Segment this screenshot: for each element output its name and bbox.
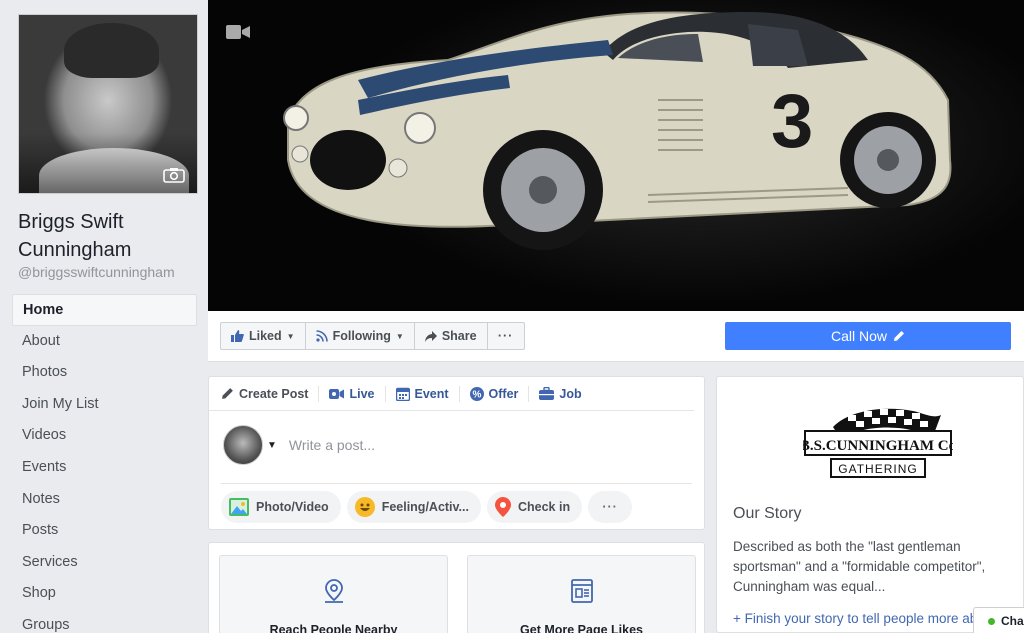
nav-item-groups[interactable]: Groups [12,610,197,633]
following-label: Following [332,329,391,343]
nav-item-events[interactable]: Events [12,452,197,484]
nav-item-shop[interactable]: Shop [12,578,197,610]
tab-job[interactable]: Job [539,386,591,402]
finish-story-link[interactable]: + Finish your story to tell people more … [733,609,1003,632]
car-number: 3 [771,79,814,164]
page-actions-group: Liked ▼ Following ▼ Share ··· [220,322,525,350]
tab-create-post[interactable]: Create Post [221,385,320,402]
tab-offer[interactable]: % Offer [469,385,530,402]
nav-item-notes[interactable]: Notes [12,484,197,516]
nav-item-join-my-list[interactable]: Join My List [12,389,197,421]
composer-pills: Photo/Video Feeling/Activ... Check in ··… [221,491,633,523]
nav-item-videos[interactable]: Videos [12,420,197,452]
share-label: Share [441,329,477,343]
following-button[interactable]: Following ▼ [306,323,415,349]
action-bar: Liked ▼ Following ▼ Share ··· Call Now [208,311,1024,362]
location-pin-icon [324,579,343,603]
chat-tab[interactable]: Cha [973,607,1024,633]
live-video-icon [329,388,345,399]
briefcase-icon [539,387,555,400]
chevron-down-icon: ▼ [395,331,404,341]
pencil-icon[interactable] [893,330,905,342]
logo-line2: GATHERING [838,462,917,476]
composer-tabs: Create Post Live Event % Offer Job [209,377,694,411]
more-options-button[interactable]: ··· [588,491,633,523]
logo-line1: B.S.CUNNINGHAM Co [803,438,953,454]
write-post-input[interactable]: Write a post... [289,437,375,453]
pencil-icon [222,388,233,399]
photo-video-button[interactable]: Photo/Video [221,491,341,523]
liked-button[interactable]: Liked ▼ [221,323,306,349]
nav-item-photos[interactable]: Photos [12,357,197,389]
page-handle[interactable]: @briggsswiftcunningham [18,264,175,280]
chevron-down-icon: ▼ [286,331,295,341]
nav-item-about[interactable]: About [12,326,197,358]
online-status-icon [988,617,995,625]
get-more-page-likes-label: Get More Page Likes [520,623,643,633]
avatar[interactable] [223,425,263,465]
about-card: B.S.CUNNINGHAM Co GATHERING Our Story De… [716,376,1024,633]
left-column: Briggs Swift Cunningham @briggsswiftcunn… [0,0,208,633]
rss-icon [315,330,328,342]
tab-event[interactable]: Event [395,385,460,402]
divider [221,483,692,484]
call-now-button[interactable]: Call Now [725,322,1011,350]
write-post-row[interactable]: ▼ Write a post... [223,425,375,465]
reach-people-nearby-card[interactable]: Reach People Nearby [219,555,448,633]
camera-icon[interactable] [163,167,185,183]
cunningham-logo[interactable]: B.S.CUNNINGHAM Co GATHERING [803,401,953,491]
nav-item-posts[interactable]: Posts [12,515,197,547]
our-story-text: Described as both the "last gentleman sp… [733,539,986,594]
more-actions-button[interactable]: ··· [488,323,524,349]
post-composer: Create Post Live Event % Offer Job ▼ Wri… [208,376,705,530]
caret-down-icon[interactable]: ▼ [267,440,277,451]
thumbs-up-icon [231,330,244,342]
promote-section: Reach People Nearby Get More Page Likes [208,542,705,633]
profile-hair [64,23,159,78]
our-story-title: Our Story [733,505,802,522]
percent-badge-icon: % [469,386,484,401]
page-nav: Home About Photos Join My List Videos Ev… [12,294,197,633]
map-pin-icon [494,497,511,517]
photo-icon [229,498,249,516]
nav-item-home[interactable]: Home [12,294,197,326]
profile-picture[interactable] [18,14,198,194]
nav-item-services[interactable]: Services [12,547,197,579]
share-button[interactable]: Share [415,323,488,349]
smiley-icon [354,497,375,517]
get-more-page-likes-card[interactable]: Get More Page Likes [467,555,696,633]
feeling-activity-button[interactable]: Feeling/Activ... [346,491,481,523]
tab-live[interactable]: Live [329,385,386,402]
cover-photo[interactable]: 3 [208,0,1024,311]
check-in-button[interactable]: Check in [486,491,583,523]
liked-label: Liked [249,329,282,343]
chat-label: Cha [1001,614,1024,628]
video-camera-icon[interactable] [226,24,250,40]
calendar-icon [395,387,410,401]
cover-car-illustration [283,11,952,250]
reach-people-nearby-label: Reach People Nearby [269,623,398,633]
call-now-label: Call Now [830,328,887,344]
page-icon [570,579,593,603]
share-arrow-icon [424,330,437,342]
page-name[interactable]: Briggs Swift Cunningham [18,208,203,264]
svg-text:%: % [472,389,481,400]
